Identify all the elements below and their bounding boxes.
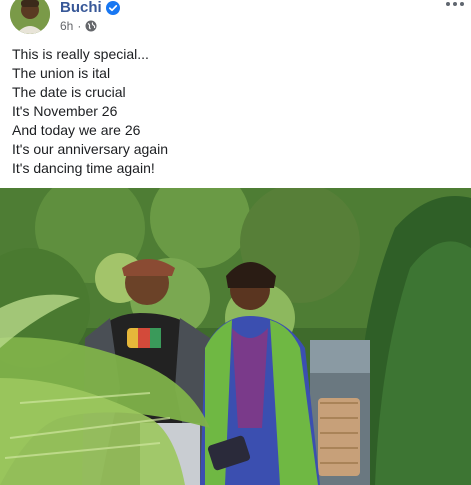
post-text-line: This is really special... [12, 46, 149, 62]
post-header: Buchi 6h · [0, 0, 471, 40]
post-text-line: It's November 26 [12, 103, 118, 119]
globe-icon[interactable] [85, 20, 97, 32]
post-text-line: The union is ital [12, 65, 111, 81]
post-text-line: The date is crucial [12, 84, 126, 100]
post-text: This is really special... The union is i… [12, 45, 452, 178]
post-timestamp[interactable]: 6h [60, 19, 73, 33]
more-options-icon[interactable] [445, 0, 465, 11]
post-text-line: It's our anniversary again [12, 141, 168, 157]
post-text-line: It's dancing time again! [12, 160, 155, 176]
meta-separator: · [77, 19, 82, 33]
post-photo[interactable] [0, 188, 471, 485]
author-name[interactable]: Buchi [60, 0, 102, 16]
verified-badge-icon [105, 0, 120, 15]
post-text-line: And today we are 26 [12, 122, 141, 138]
avatar[interactable] [10, 0, 50, 34]
